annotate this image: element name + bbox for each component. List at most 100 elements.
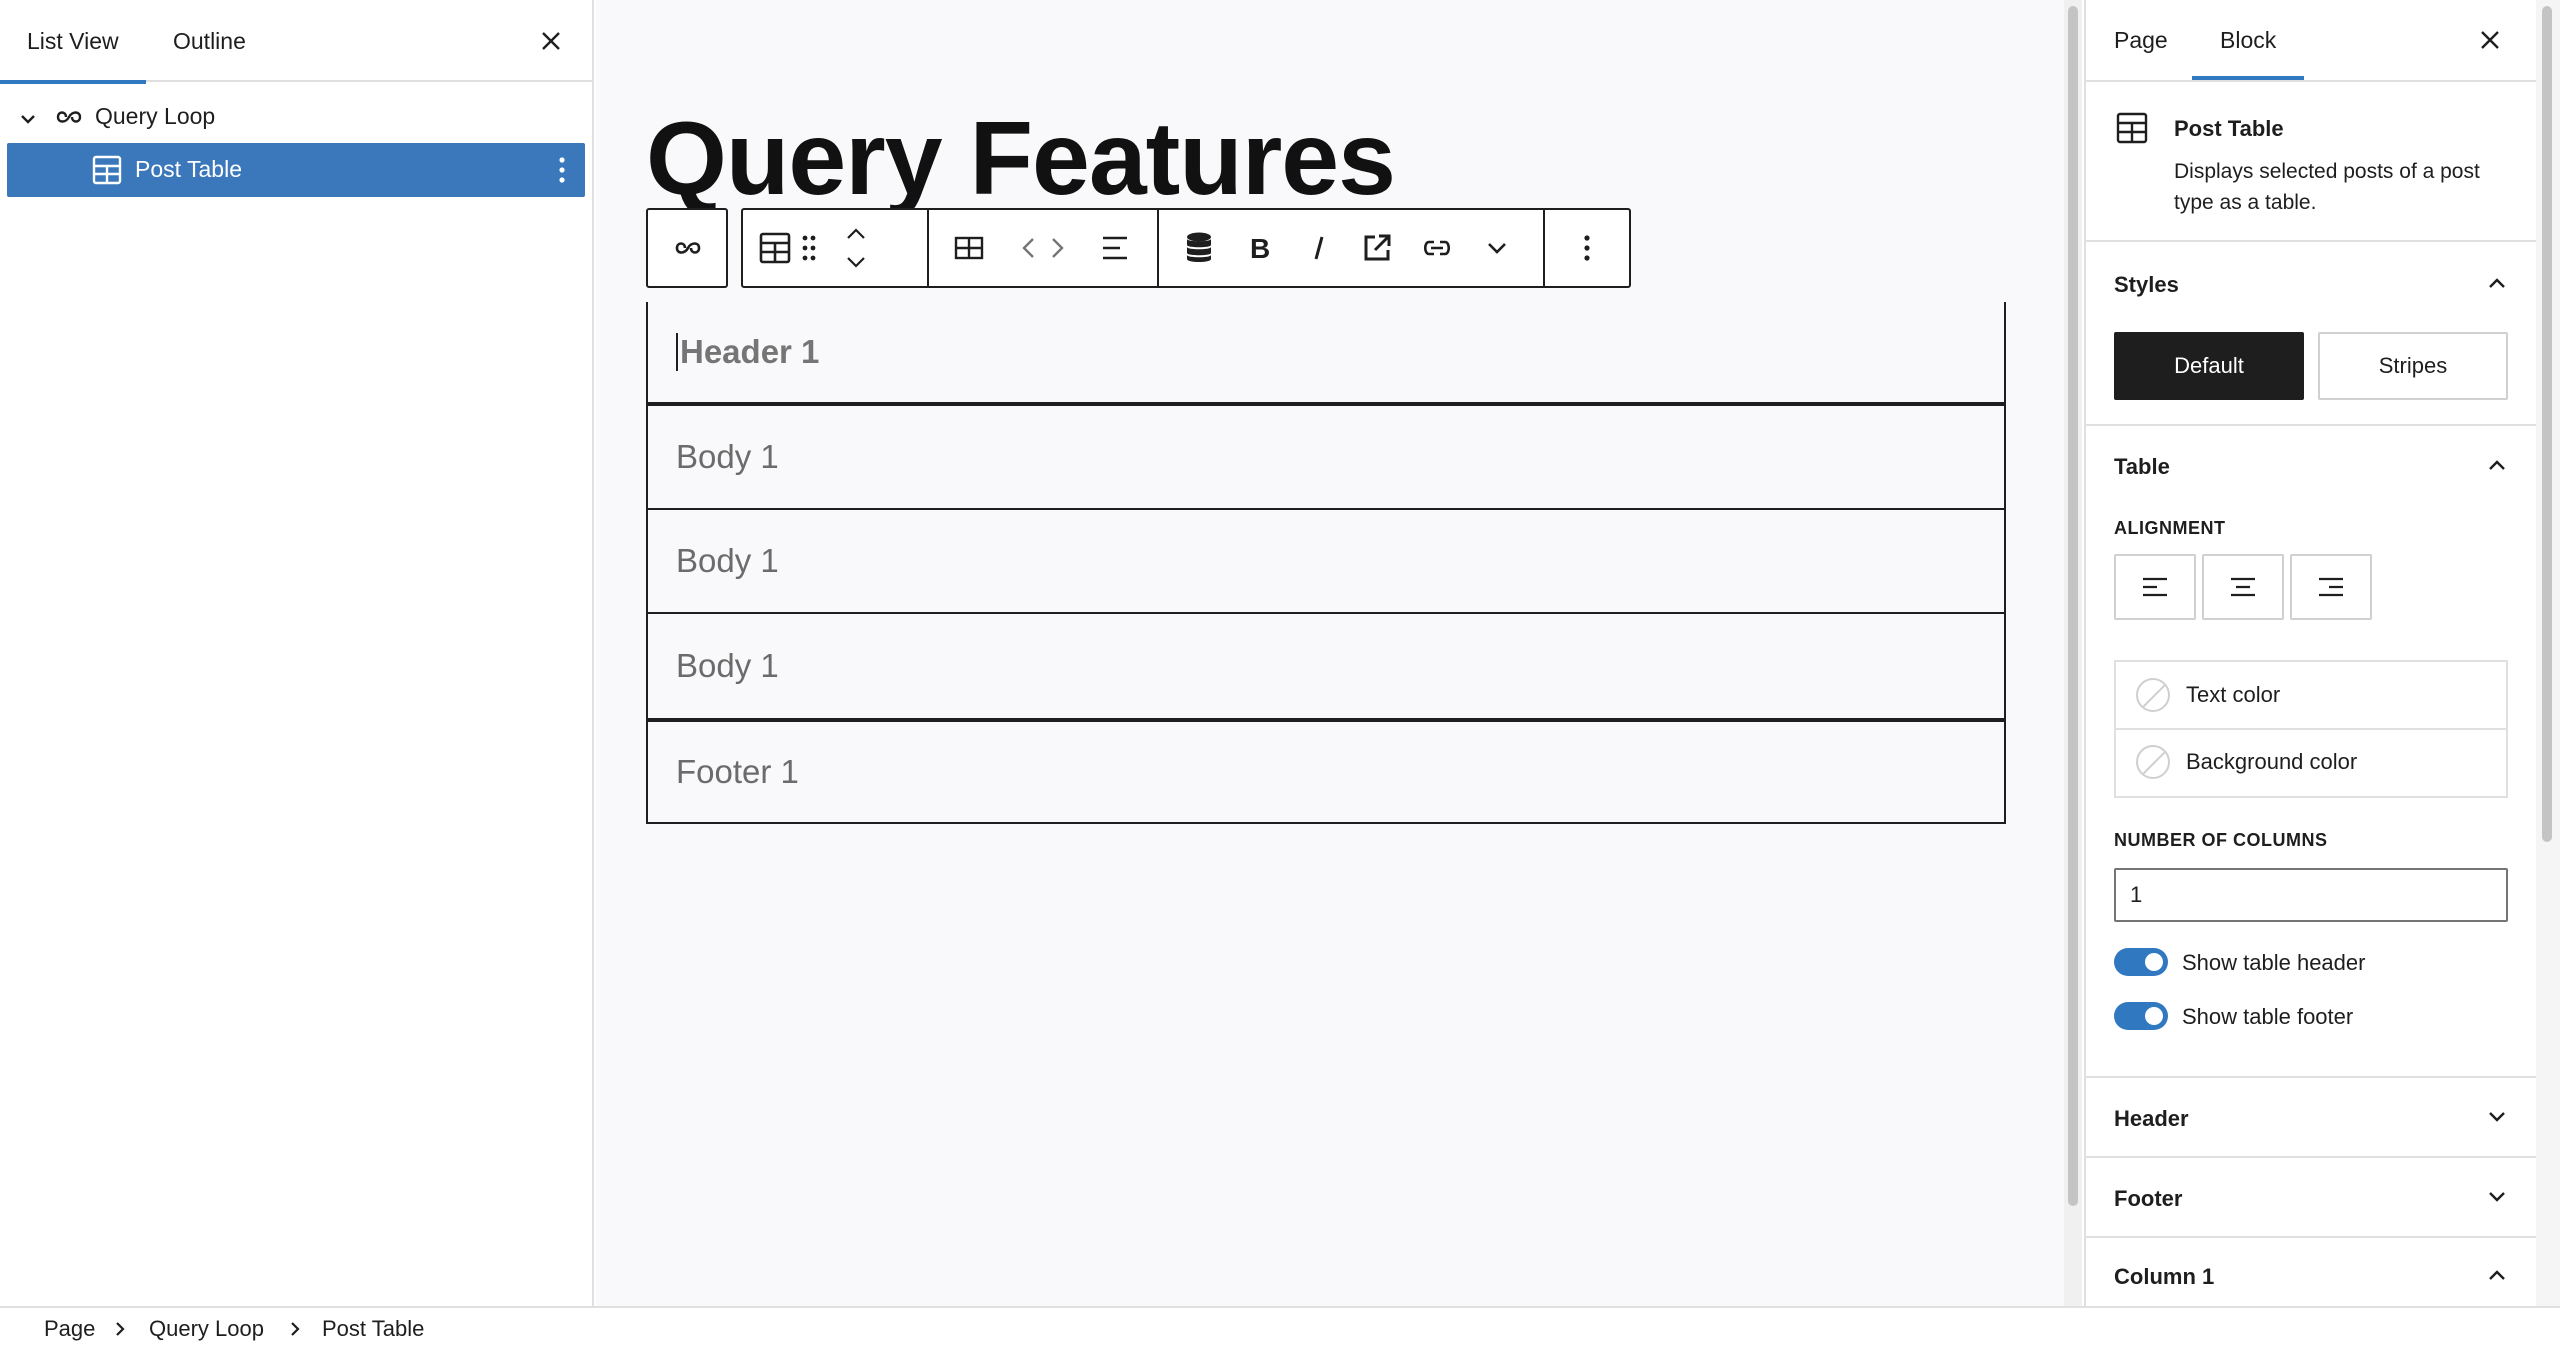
canvas-scrollbar[interactable] bbox=[2064, 0, 2082, 1306]
table-row[interactable]: Body 1 bbox=[646, 510, 2006, 614]
move-down-icon bbox=[847, 257, 865, 268]
database-icon bbox=[1187, 232, 1211, 262]
move-down-button[interactable] bbox=[831, 248, 881, 286]
align-right-button[interactable] bbox=[2290, 554, 2372, 620]
table-header-cell[interactable]: Header 1 bbox=[646, 302, 2006, 406]
style-default-button[interactable]: Default bbox=[2114, 332, 2304, 400]
tree-item-query-loop[interactable]: Query Loop bbox=[7, 90, 585, 144]
chevron-down-icon bbox=[2489, 1192, 2505, 1202]
table-icon bbox=[92, 155, 122, 185]
divider bbox=[2086, 80, 2536, 82]
header-panel-title[interactable]: Header bbox=[2114, 1106, 2189, 1132]
align-button[interactable] bbox=[1087, 210, 1143, 286]
block-toolbar: B bbox=[741, 208, 1631, 288]
toolbar-separator bbox=[1157, 210, 1159, 286]
bold-icon: B bbox=[1250, 234, 1270, 262]
divider bbox=[2086, 1076, 2536, 1078]
tab-page[interactable]: Page bbox=[2086, 0, 2196, 80]
tab-list-view[interactable]: List View bbox=[0, 0, 146, 84]
toolbar-separator bbox=[927, 210, 929, 286]
text-color-label: Text color bbox=[2186, 682, 2281, 707]
align-left-icon bbox=[2143, 577, 2167, 597]
drag-handle[interactable] bbox=[787, 210, 831, 286]
close-sidebar-button[interactable] bbox=[2470, 20, 2510, 60]
code-icon bbox=[1022, 238, 1064, 258]
page-title[interactable]: Query Features bbox=[646, 100, 1396, 219]
more-options-icon[interactable] bbox=[557, 156, 567, 184]
move-up-icon bbox=[847, 228, 865, 239]
tab-block[interactable]: Block bbox=[2192, 0, 2305, 80]
tree-item-post-table[interactable]: Post Table bbox=[7, 143, 585, 197]
styles-panel-title[interactable]: Styles bbox=[2114, 272, 2179, 298]
block-toolbar-parent bbox=[646, 208, 728, 288]
tree-item-label: Post Table bbox=[135, 156, 242, 182]
query-loop-icon bbox=[675, 242, 701, 254]
divider bbox=[2086, 1156, 2536, 1158]
align-center-icon bbox=[2231, 577, 2255, 597]
styles-panel-toggle[interactable] bbox=[2482, 268, 2512, 298]
data-source-button[interactable] bbox=[1171, 210, 1227, 286]
show-table-header-label: Show table header bbox=[2182, 950, 2366, 975]
move-up-button[interactable] bbox=[831, 210, 881, 248]
align-left-button[interactable] bbox=[2114, 554, 2196, 620]
link-button[interactable] bbox=[1409, 210, 1465, 286]
columns-label: NUMBER OF COLUMNS bbox=[2114, 830, 2328, 850]
breadcrumb-page[interactable]: Page bbox=[44, 1308, 95, 1349]
table-layout-button[interactable] bbox=[941, 210, 997, 286]
table-footer-cell[interactable]: Footer 1 bbox=[646, 718, 2006, 824]
table-panel-title[interactable]: Table bbox=[2114, 454, 2170, 480]
table-grid-icon bbox=[954, 236, 984, 260]
more-formats-button[interactable] bbox=[1469, 210, 1525, 286]
table-cell-text: Body 1 bbox=[676, 647, 779, 684]
chevron-down-icon bbox=[2489, 1112, 2505, 1122]
open-in-new-tab-button[interactable] bbox=[1349, 210, 1405, 286]
table-row[interactable]: Body 1 bbox=[646, 406, 2006, 510]
chevron-up-icon bbox=[2489, 460, 2505, 470]
breadcrumb-post-table[interactable]: Post Table bbox=[322, 1308, 424, 1349]
sidebar-scrollbar-thumb[interactable] bbox=[2542, 6, 2552, 842]
show-table-footer-toggle[interactable] bbox=[2114, 1002, 2168, 1030]
align-center-button[interactable] bbox=[2202, 554, 2284, 620]
background-color-option[interactable]: Background color bbox=[2114, 728, 2508, 798]
show-table-footer-label: Show table footer bbox=[2182, 1004, 2354, 1029]
chevron-down-icon[interactable] bbox=[18, 109, 38, 129]
chevron-right-icon bbox=[116, 1322, 125, 1336]
post-table: Header 1 Body 1 Body 1 Body 1 Footer 1 bbox=[646, 302, 2006, 824]
column-panel-toggle[interactable] bbox=[2482, 1260, 2512, 1290]
sidebar-scrollbar[interactable] bbox=[2536, 0, 2560, 1306]
table-cell-text: Body 1 bbox=[676, 542, 779, 579]
show-table-header-toggle[interactable] bbox=[2114, 948, 2168, 976]
svg-text:B: B bbox=[1250, 234, 1270, 262]
color-swatch-empty-icon bbox=[2136, 678, 2170, 712]
table-row[interactable]: Body 1 bbox=[646, 614, 2006, 718]
column-panel-title[interactable]: Column 1 bbox=[2114, 1264, 2214, 1290]
list-view-tabs: List View Outline bbox=[0, 0, 592, 84]
table-panel-toggle[interactable] bbox=[2482, 450, 2512, 480]
italic-button[interactable] bbox=[1291, 210, 1347, 286]
canvas-scrollbar-thumb[interactable] bbox=[2068, 6, 2078, 1206]
table-footer-text: Footer 1 bbox=[676, 753, 799, 790]
footer-panel-title[interactable]: Footer bbox=[2114, 1186, 2182, 1212]
link-icon bbox=[1423, 240, 1451, 256]
text-color-option[interactable]: Text color bbox=[2114, 660, 2508, 730]
align-right-icon bbox=[2319, 577, 2343, 597]
tab-outline[interactable]: Outline bbox=[146, 0, 273, 82]
table-icon bbox=[2116, 112, 2148, 144]
block-card-title: Post Table bbox=[2174, 116, 2284, 141]
options-button[interactable] bbox=[1559, 210, 1615, 286]
bold-button[interactable]: B bbox=[1231, 210, 1287, 286]
divider bbox=[2086, 1236, 2536, 1238]
external-link-icon bbox=[1364, 234, 1391, 261]
breadcrumb-query-loop[interactable]: Query Loop bbox=[149, 1308, 264, 1349]
code-view-button[interactable] bbox=[1013, 210, 1073, 286]
settings-sidebar: Page Block Post Table Displays selected … bbox=[2084, 0, 2536, 1306]
more-options-icon bbox=[1584, 235, 1590, 261]
number-of-columns-input[interactable] bbox=[2114, 868, 2508, 922]
style-stripes-button[interactable]: Stripes bbox=[2318, 332, 2508, 400]
select-parent-button[interactable] bbox=[660, 210, 716, 286]
close-list-view-button[interactable] bbox=[531, 21, 571, 61]
tree-item-label: Query Loop bbox=[95, 103, 216, 129]
divider bbox=[2086, 240, 2536, 242]
footer-panel-toggle[interactable] bbox=[2482, 1182, 2512, 1212]
header-panel-toggle[interactable] bbox=[2482, 1102, 2512, 1132]
